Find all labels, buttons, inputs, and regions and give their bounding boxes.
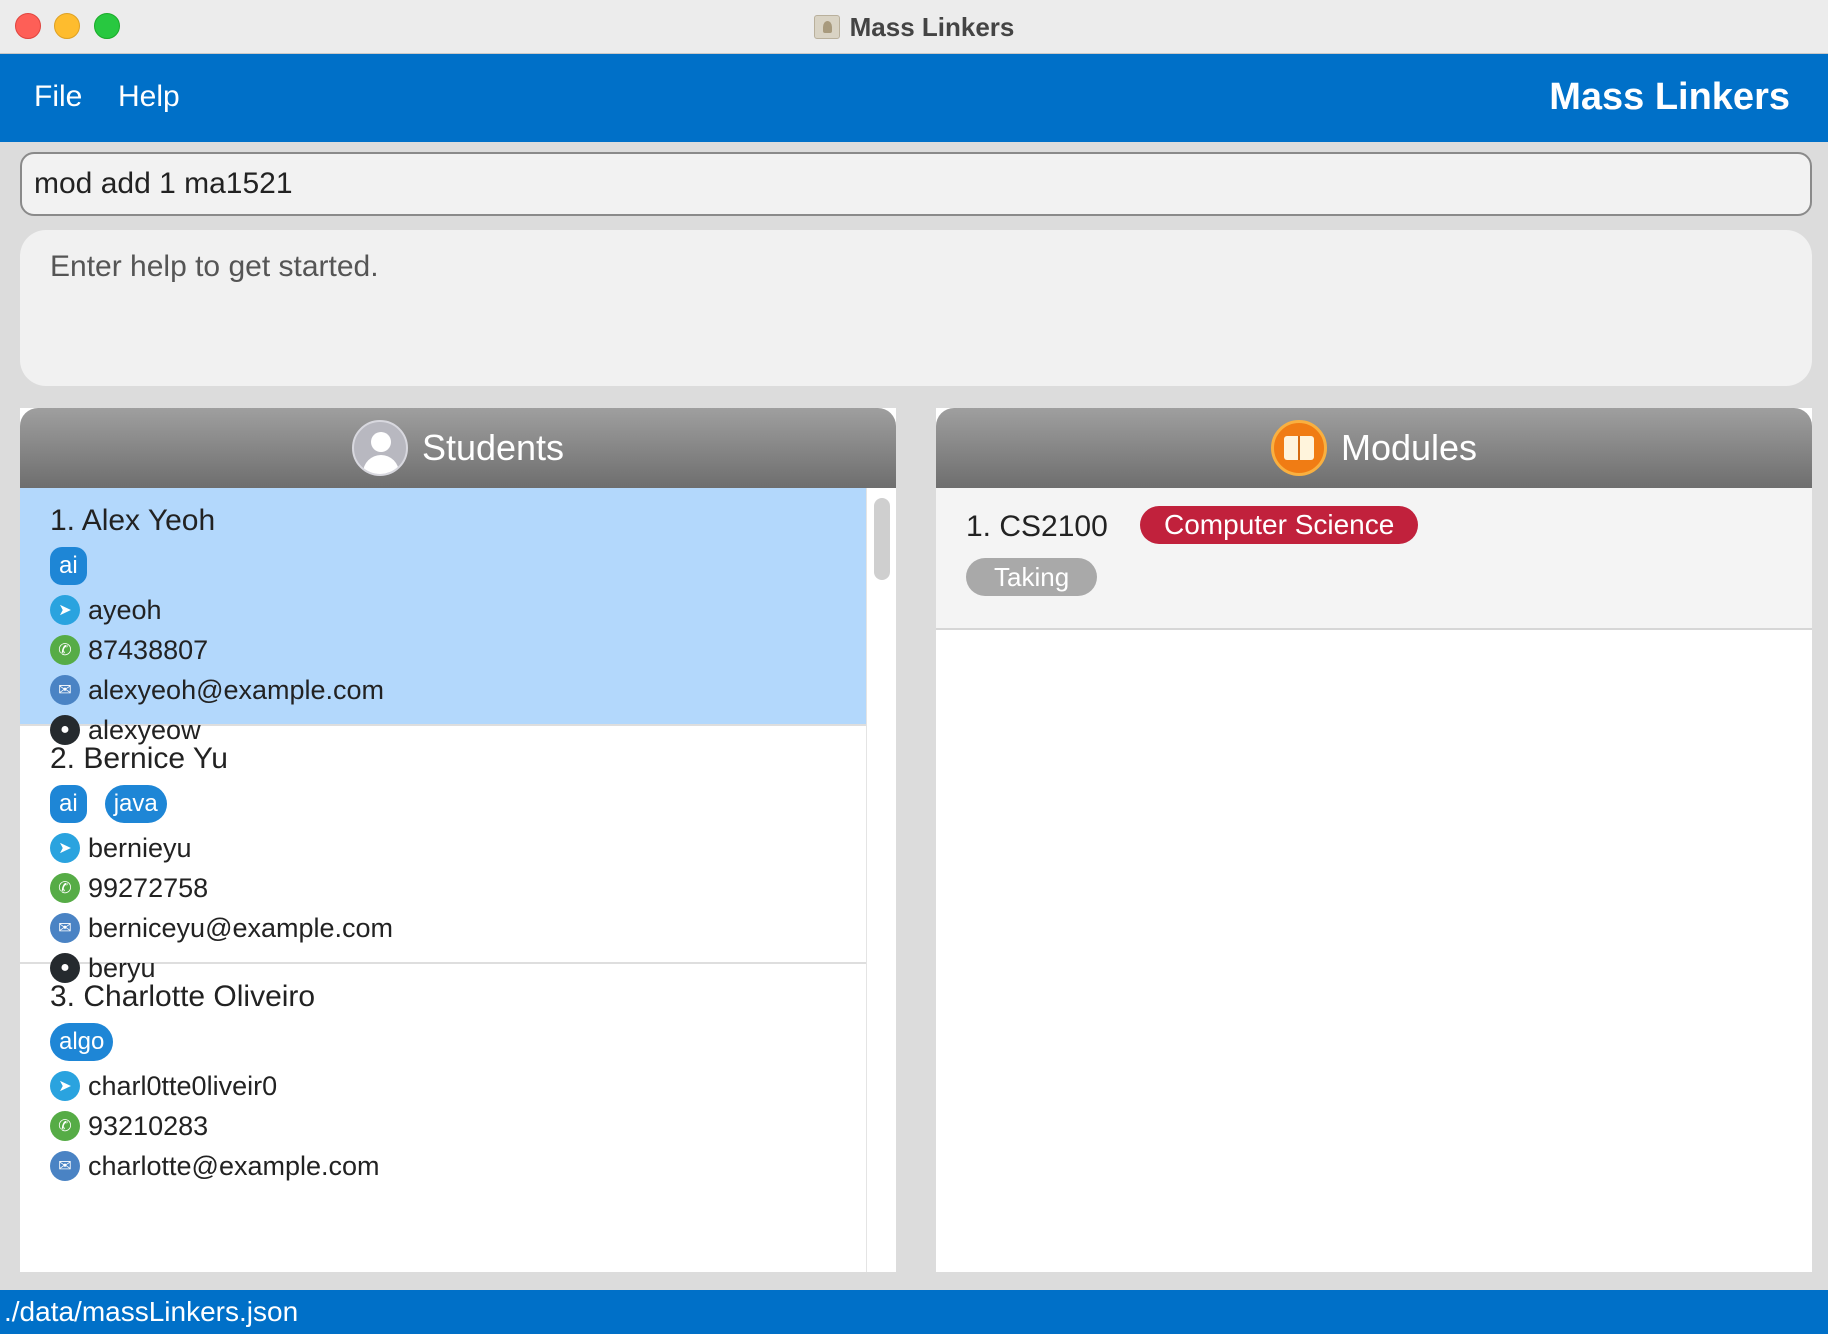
telegram-field: ➤ ayeoh [50,590,866,630]
student-tag: ai [50,785,87,823]
person-icon [351,420,408,476]
email-icon: ✉ [50,675,80,705]
phone-field: ✆ 93210283 [50,1106,866,1146]
email-address: alexyeoh@example.com [88,674,385,705]
book-icon [1270,420,1327,476]
app-window: Mass Linkers File Help Mass Linkers mod … [0,0,1828,1334]
student-name: 3. Charlotte Oliveiro [50,980,316,1013]
student-name: 2. Bernice Yu [50,742,228,775]
module-code: 1. CS2100 [966,510,1108,543]
module-card[interactable]: 1. CS2100 Computer Science Taking [936,488,1812,630]
modules-panel: Modules 1. CS2100 Computer Science Takin… [936,408,1812,1272]
student-card[interactable]: 2. Bernice Yu ai java ➤ bernieyu ✆ 99272… [20,726,866,983]
phone-number: 87438807 [88,634,209,665]
modules-title: Modules [1340,427,1478,468]
student-tags: ai [50,542,866,590]
menu-file[interactable]: File [34,80,82,114]
student-tags: algo [50,1018,866,1066]
command-input[interactable]: mod add 1 ma1521 [20,152,1812,216]
telegram-icon: ➤ [50,833,80,863]
email-icon: ✉ [50,1151,80,1181]
email-icon: ✉ [50,913,80,943]
phone-number: 99272758 [88,872,209,903]
telegram-field: ➤ charl0tte0liveir0 [50,1066,866,1106]
phone-field: ✆ 87438807 [50,630,866,670]
students-header: Students [20,408,896,488]
telegram-handle: charl0tte0liveir0 [88,1070,278,1101]
student-card[interactable]: 1. Alex Yeoh ai ➤ ayeoh ✆ 87438807 ✉ ale… [20,488,866,745]
student-tag: algo [50,1023,114,1061]
window-title-group: Mass Linkers [0,0,1828,54]
student-tag: java [104,785,167,823]
phone-icon: ✆ [50,635,80,665]
student-list-scrollbar[interactable] [866,488,896,1272]
phone-icon: ✆ [50,1111,80,1141]
module-department-tag: Computer Science [1140,506,1419,544]
phone-number: 93210283 [88,1110,209,1141]
student-name: 1. Alex Yeoh [50,504,216,537]
student-card[interactable]: 3. Charlotte Oliveiro algo ➤ charl0tte0l… [20,964,866,1202]
students-panel: Students 1. Alex Yeoh ai ➤ ayeoh ✆ 87438… [20,408,896,1272]
email-field: ✉ charlotte@example.com [50,1146,866,1186]
status-bar-path: ./data/massLinkers.json [0,1290,1828,1334]
title-bar: Mass Linkers [0,0,1828,54]
email-field: ✉ alexyeoh@example.com [50,670,866,710]
phone-icon: ✆ [50,873,80,903]
app-icon [813,15,840,39]
phone-field: ✆ 99272758 [50,868,866,908]
telegram-handle: ayeoh [88,594,162,625]
scrollbar-thumb[interactable] [874,498,890,580]
email-address: charlotte@example.com [88,1150,380,1181]
students-title: Students [421,427,565,468]
modules-header: Modules [936,408,1812,488]
telegram-field: ➤ bernieyu [50,828,866,868]
student-tag: ai [50,547,87,585]
menu-help[interactable]: Help [118,80,180,114]
student-list: 1. Alex Yeoh ai ➤ ayeoh ✆ 87438807 ✉ ale… [20,488,866,1272]
telegram-icon: ➤ [50,1071,80,1101]
result-display: Enter help to get started. [20,230,1812,386]
telegram-handle: bernieyu [88,832,192,863]
menu-bar: File Help Mass Linkers [0,54,1828,142]
email-address: berniceyu@example.com [88,912,394,943]
module-status-tag: Taking [966,558,1098,596]
window-title: Mass Linkers [849,11,1015,42]
student-tags: ai java [50,780,866,828]
email-field: ✉ berniceyu@example.com [50,908,866,948]
brand-title: Mass Linkers [1549,76,1790,118]
telegram-icon: ➤ [50,595,80,625]
